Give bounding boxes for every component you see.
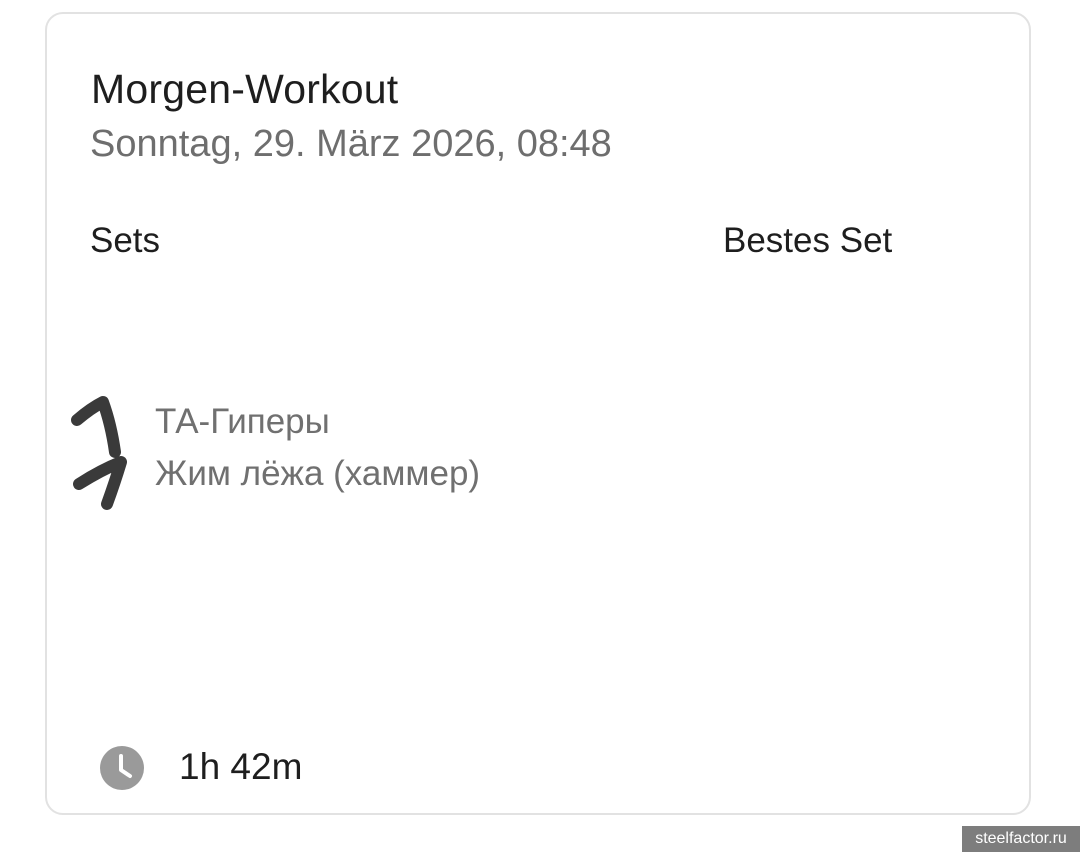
workout-card[interactable]: Morgen-Workout Sonntag, 29. März 2026, 0… bbox=[45, 12, 1031, 815]
watermark: steelfactor.ru bbox=[962, 826, 1080, 852]
exercise-row: ТА-Гиперы bbox=[47, 396, 947, 458]
best-set-column-header: Bestes Set bbox=[723, 221, 893, 260]
workout-date: Sonntag, 29. März 2026, 08:48 bbox=[90, 123, 612, 165]
clock-icon bbox=[100, 746, 144, 790]
exercise-row: Жим лёжа (хаммер) bbox=[47, 450, 947, 510]
page: Morgen-Workout Sonntag, 29. März 2026, 0… bbox=[0, 0, 1080, 852]
exercise-name: ТА-Гиперы bbox=[155, 402, 330, 441]
workout-title: Morgen-Workout bbox=[91, 66, 399, 112]
exercise-name: Жим лёжа (хаммер) bbox=[155, 454, 481, 493]
handwritten-set-count bbox=[61, 442, 131, 514]
handwritten-one-mark bbox=[73, 456, 127, 510]
duration-value: 1h 42m bbox=[179, 746, 303, 787]
sets-column-header: Sets bbox=[90, 221, 161, 260]
